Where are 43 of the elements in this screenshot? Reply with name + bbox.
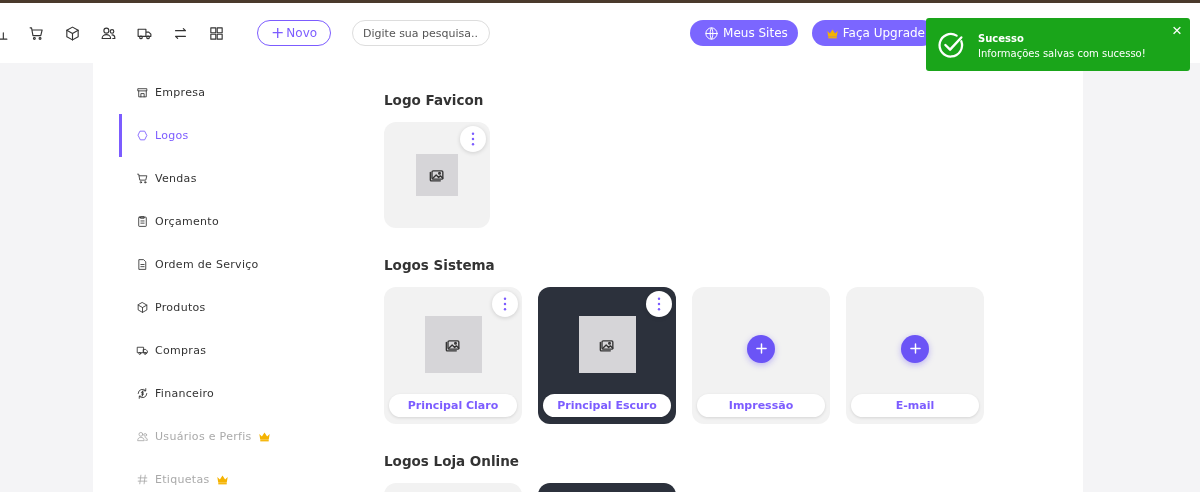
sidebar-item[interactable]: Ordem de Serviço xyxy=(119,243,384,286)
logo-label-button[interactable]: E-mail xyxy=(851,394,979,417)
sidebar-item[interactable]: Empresa xyxy=(119,71,384,114)
section-title: Logos Sistema xyxy=(384,257,496,273)
toast-message: Informações salvas com sucesso! xyxy=(978,47,1147,59)
search-field[interactable]: Digite sua pesquisa... xyxy=(352,20,490,46)
cart-icon xyxy=(136,172,149,185)
more-button[interactable] xyxy=(646,291,672,317)
dollar-icon xyxy=(136,387,149,400)
add-button[interactable] xyxy=(901,334,929,363)
section-title: Logo Favicon xyxy=(384,92,485,108)
sites-button[interactable]: Meus Sites xyxy=(690,20,798,46)
store-icon xyxy=(136,86,149,99)
sidebar-item[interactable]: Orçamento xyxy=(119,200,384,243)
clipboard-icon xyxy=(136,215,149,228)
sidebar-item[interactable]: Compras xyxy=(119,329,384,372)
section-title: Logos Loja Online xyxy=(384,453,520,469)
add-button[interactable] xyxy=(747,334,775,363)
more-icon xyxy=(657,297,661,311)
sidebar-item[interactable]: Financeiro xyxy=(119,372,384,415)
logo-label-button[interactable]: Principal Claro xyxy=(389,394,517,417)
box-icon xyxy=(136,301,149,314)
cart-icon[interactable] xyxy=(27,24,45,42)
plus-icon xyxy=(909,343,921,354)
grid-icon[interactable] xyxy=(207,24,225,42)
globe-icon xyxy=(704,25,720,41)
close-button[interactable]: × xyxy=(1172,22,1182,39)
box-icon[interactable] xyxy=(63,24,81,42)
hexagon-icon xyxy=(136,129,149,142)
crown-icon xyxy=(825,27,839,39)
logo-label-button[interactable]: Principal Escuro xyxy=(543,394,671,417)
logo-label-button[interactable]: Impressão xyxy=(697,394,825,417)
more-icon xyxy=(471,132,475,146)
document-icon xyxy=(136,258,149,271)
truck-icon xyxy=(136,344,149,357)
new-button[interactable]: +Novo xyxy=(257,20,331,46)
sidebar-item[interactable]: Vendas xyxy=(119,157,384,200)
toast-title: Sucesso xyxy=(978,32,1025,44)
users-icon xyxy=(136,430,149,443)
more-icon xyxy=(503,297,507,311)
plus-icon xyxy=(755,343,767,354)
hash-icon xyxy=(136,473,149,486)
sidebar-item[interactable]: Produtos xyxy=(119,286,384,329)
